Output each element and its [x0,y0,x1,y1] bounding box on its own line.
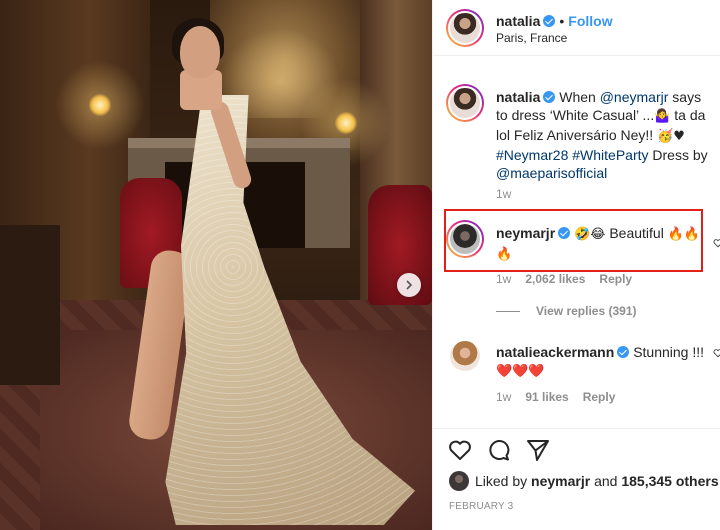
heart-icon[interactable] [447,437,473,463]
highlight-box [444,209,703,272]
post-photo[interactable] [0,0,432,530]
author-avatar[interactable] [446,9,484,47]
view-replies-button[interactable]: View replies (391) [496,304,637,318]
verified-badge-icon [543,91,556,103]
photo-lamp [89,94,111,116]
liker-avatar[interactable] [449,471,469,491]
comment-meta: 1w 91 likes Reply [496,390,629,404]
small-heart-icon[interactable] [713,348,720,358]
comment-time[interactable]: 1w [496,272,511,286]
caption-username[interactable]: natalia [496,89,540,105]
reply-button[interactable]: Reply [583,390,616,404]
comment-likes[interactable]: 91 likes [525,390,568,404]
post-date[interactable]: FEBRUARY 3 [449,501,513,512]
share-icon[interactable] [525,437,551,463]
follow-button[interactable]: Follow [568,13,612,29]
hashtag-link[interactable]: #WhiteParty [572,147,648,163]
likes-summary: Liked by neymarjr and 185,345 others [449,471,719,491]
comment-likes[interactable]: 2,062 likes [525,272,585,286]
mention-link[interactable]: @maeparisofficial [496,165,607,181]
next-photo-button[interactable] [397,273,421,297]
caption: natalia When @neymarjr says to dress ‘Wh… [496,89,708,181]
comment-meta: 1w 2,062 likes Reply [496,272,646,286]
verified-badge-icon [543,15,556,27]
post-actions: Liked by neymarjr and 185,345 others FEB… [433,428,720,530]
comment-time[interactable]: 1w [496,390,511,404]
caption-meta: 1w [496,187,525,201]
chevron-right-icon [406,280,413,290]
hashtag-link[interactable]: #Neymar28 [496,147,568,163]
photo-lamp [335,112,357,134]
post-header: natalia • Follow Paris, France [433,0,720,56]
author-username[interactable]: natalia [496,13,540,29]
comment-avatar[interactable] [448,339,482,373]
photo-model-face [180,26,220,78]
small-heart-icon[interactable] [713,238,720,248]
likes-count-link[interactable]: 185,345 others [621,473,718,489]
comment: natalieackermann Stunning !!! ❤️❤️❤️ [496,344,705,379]
liker-username[interactable]: neymarjr [531,473,590,489]
comment-username[interactable]: natalieackermann [496,344,614,360]
verified-badge-icon [617,346,630,358]
photo-side-table [0,225,60,385]
mention-link[interactable]: @neymarjr [600,89,669,105]
reply-button[interactable]: Reply [599,272,632,286]
author-line: natalia • Follow [496,13,613,29]
caption-avatar[interactable] [446,84,484,122]
post-location[interactable]: Paris, France [496,31,567,45]
caption-time[interactable]: 1w [496,187,511,201]
comment-icon[interactable] [486,437,512,463]
